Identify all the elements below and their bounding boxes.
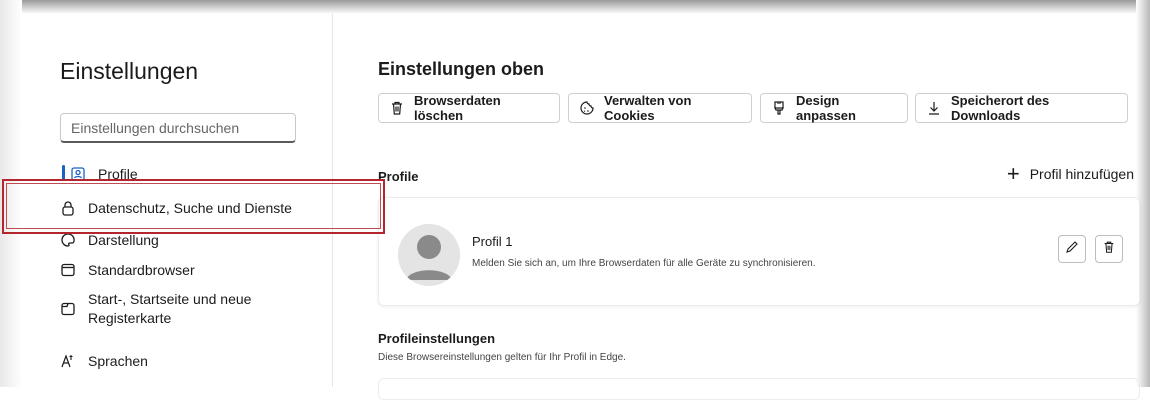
window-shadow-right bbox=[1136, 0, 1150, 387]
add-profile-button[interactable]: + Profil hinzufügen bbox=[1006, 161, 1134, 186]
edit-profile-button[interactable] bbox=[1058, 235, 1086, 263]
customize-design-button[interactable]: Design anpassen bbox=[760, 93, 908, 123]
highlight-box-inner bbox=[6, 183, 381, 229]
sidebar-item-start-page[interactable]: Start-, Startseite und neue Registerkart… bbox=[60, 290, 251, 328]
sidebar-item-label: Sprachen bbox=[88, 353, 148, 369]
appearance-icon bbox=[60, 232, 76, 248]
sidebar-item-default-browser[interactable]: Standardbrowser bbox=[60, 262, 195, 278]
sidebar-item-label: Start-, Startseite und neue bbox=[88, 291, 252, 307]
profile-settings-card bbox=[378, 378, 1140, 400]
profile-settings-description: Diese Browsereinstellungen gelten für Ih… bbox=[378, 352, 626, 363]
clear-browsing-data-button[interactable]: Browserdaten löschen bbox=[378, 93, 560, 123]
manage-cookies-button[interactable]: Verwalten von Cookies bbox=[568, 93, 752, 123]
plus-icon: + bbox=[1006, 161, 1020, 186]
avatar[interactable] bbox=[398, 224, 460, 286]
profile-sync-description: Melden Sie sich an, um Ihre Browserdaten… bbox=[472, 258, 816, 269]
sidebar-item-appearance[interactable]: Darstellung bbox=[60, 232, 159, 248]
cookie-icon bbox=[579, 100, 595, 116]
button-label: Browserdaten löschen bbox=[414, 93, 501, 123]
pencil-icon bbox=[1065, 240, 1079, 259]
button-label: Verwalten von Cookies bbox=[604, 93, 692, 123]
delete-profile-button[interactable] bbox=[1095, 235, 1123, 263]
profile-settings-title: Profileinstellungen bbox=[378, 331, 496, 346]
button-label: Design anpassen bbox=[796, 93, 856, 123]
profile-card: Profil 1 Melden Sie sich an, um Ihre Bro… bbox=[378, 197, 1140, 306]
sidebar-item-label: Darstellung bbox=[88, 232, 159, 248]
main-content: Einstellungen oben Browserdaten löschen … bbox=[378, 14, 1140, 400]
add-profile-label: Profil hinzufügen bbox=[1029, 166, 1134, 182]
brush-icon bbox=[771, 100, 787, 116]
download-location-button[interactable]: Speicherort des Downloads bbox=[915, 93, 1128, 123]
page-title: Einstellungen oben bbox=[378, 59, 545, 79]
button-label: Speicherort des Downloads bbox=[951, 93, 1050, 123]
sidebar-item-label: Standardbrowser bbox=[88, 262, 195, 278]
sidebar-item-label-group: Start-, Startseite und neue Registerkart… bbox=[88, 290, 251, 328]
start-page-icon bbox=[60, 301, 76, 317]
trash-icon bbox=[389, 100, 405, 116]
settings-search-input[interactable] bbox=[60, 113, 296, 143]
window-shadow-top bbox=[0, 0, 1150, 14]
profile-name: Profil 1 bbox=[472, 234, 513, 249]
sidebar-item-label-line2: Registerkarte bbox=[88, 310, 172, 326]
sidebar-item-languages[interactable]: Sprachen bbox=[60, 353, 148, 369]
browser-icon bbox=[60, 262, 76, 278]
download-icon bbox=[926, 100, 942, 116]
sidebar-title: Einstellungen bbox=[60, 58, 199, 84]
languages-icon bbox=[60, 353, 76, 369]
trash-icon bbox=[1102, 240, 1116, 259]
